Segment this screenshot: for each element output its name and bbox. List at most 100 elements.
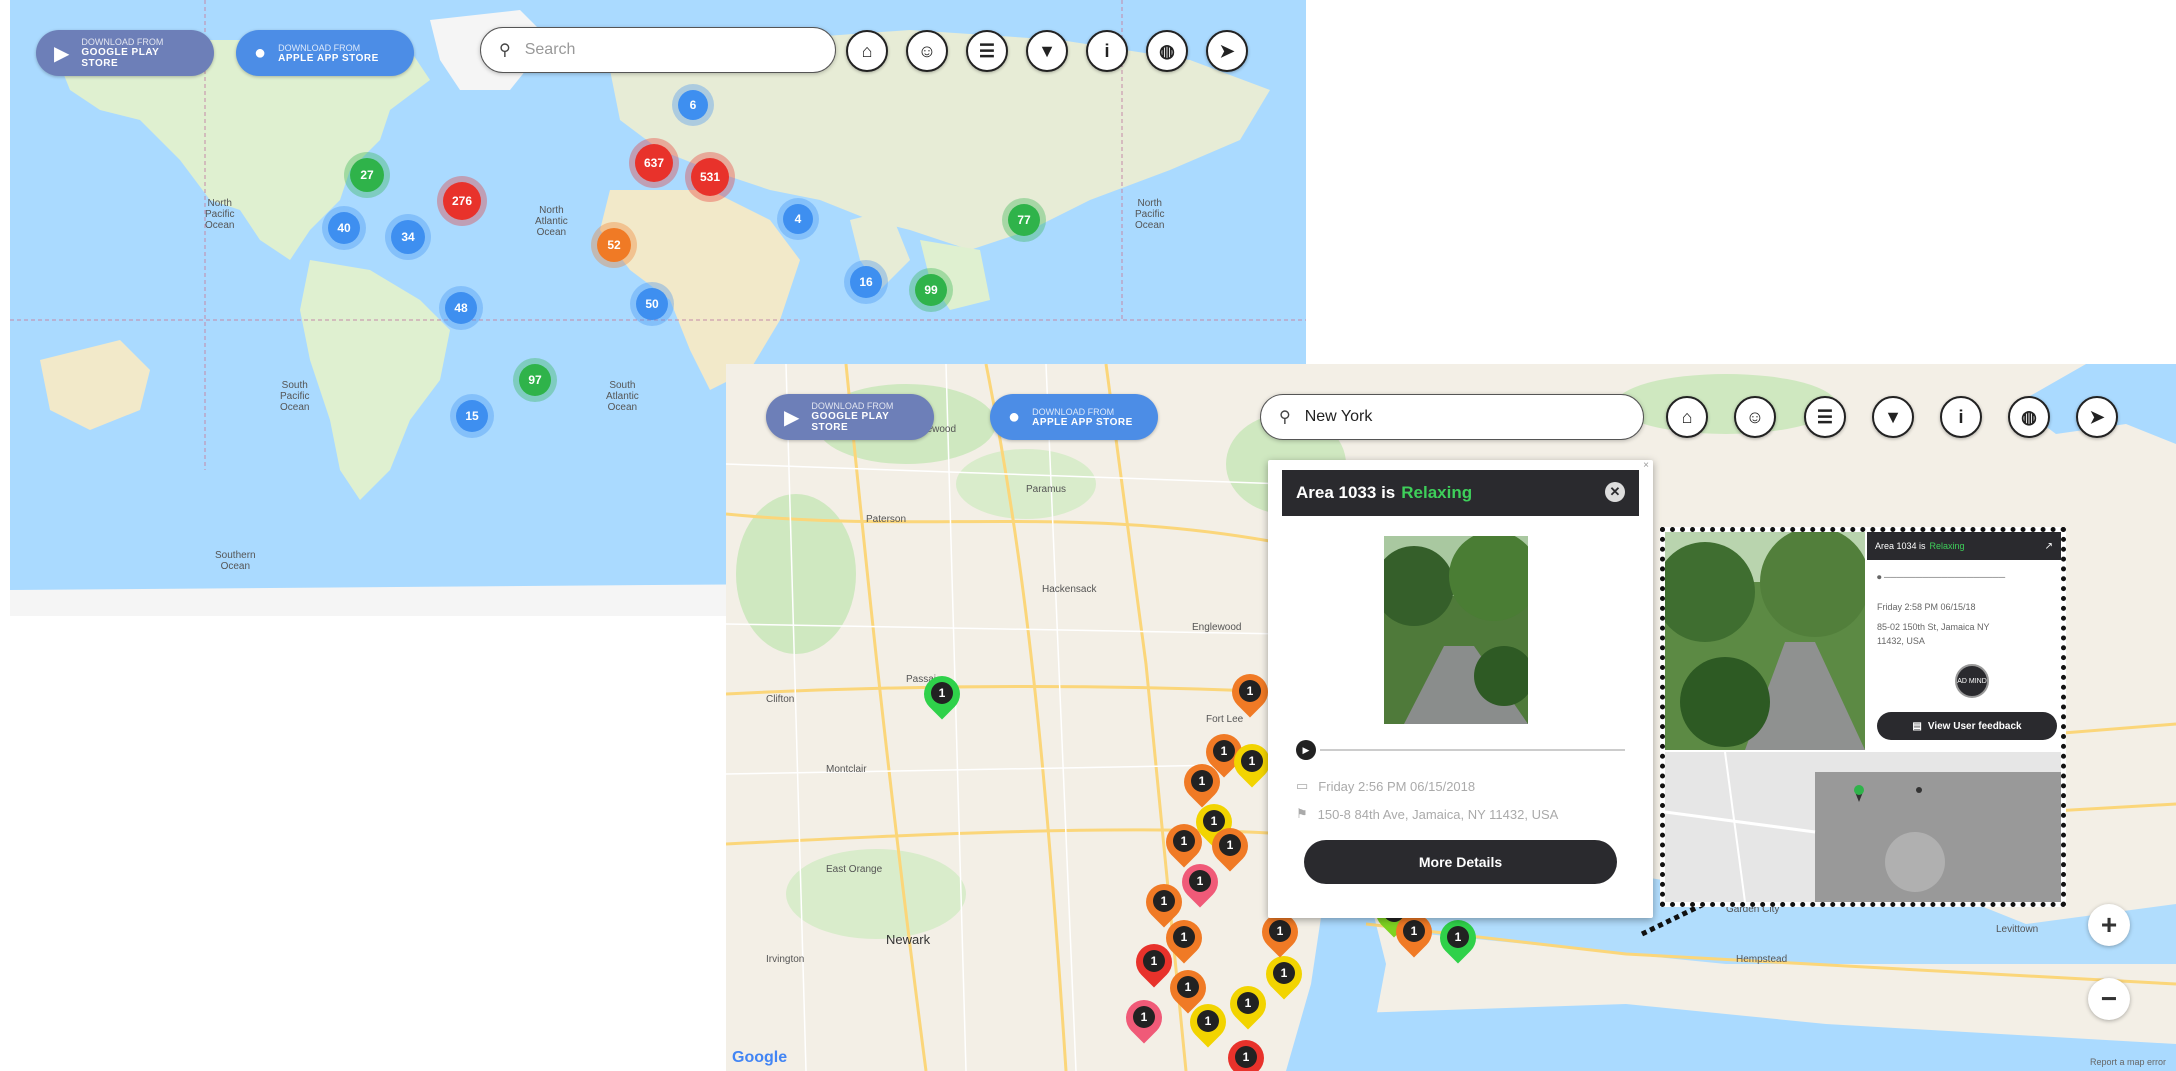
cluster-marker[interactable]: 40 <box>328 212 360 244</box>
search-input[interactable] <box>1302 407 1625 427</box>
donate-button[interactable]: ⌂ <box>846 30 888 72</box>
pin-count: 1 <box>1133 1006 1155 1028</box>
donate-icon: ⌂ <box>1681 406 1693 427</box>
cluster-marker[interactable]: 50 <box>636 288 668 320</box>
play-icon[interactable]: ▶ <box>1296 740 1316 760</box>
cluster-marker[interactable]: 637 <box>635 144 673 182</box>
plus-icon: + <box>2100 909 2118 940</box>
cluster-marker[interactable]: 15 <box>456 400 488 432</box>
app-store-button[interactable]: ● DOWNLOAD FROM APPLE APP STORE <box>236 30 414 76</box>
list-button[interactable]: ☰ <box>1804 396 1846 438</box>
place-label: Montclair <box>826 764 867 775</box>
map-pin[interactable]: 1 <box>1118 992 1170 1048</box>
pin-count: 1 <box>1241 750 1263 772</box>
pin-count: 1 <box>1403 920 1425 942</box>
ocean-label-south-atlantic: South Atlantic Ocean <box>606 380 639 413</box>
store-small-label: DOWNLOAD FROM <box>278 42 361 53</box>
list-icon: ☰ <box>978 40 996 61</box>
cluster-marker[interactable]: 276 <box>443 182 481 220</box>
popup-dismiss-icon[interactable]: × <box>1643 460 1649 471</box>
feedback-button[interactable]: ☺ <box>906 30 948 72</box>
pin-count: 1 <box>1235 1046 1257 1068</box>
zoom-out-button[interactable]: − <box>2088 978 2130 1020</box>
inset-map <box>1665 752 2061 902</box>
cluster-marker[interactable]: 52 <box>597 228 631 262</box>
cluster-marker[interactable]: 48 <box>445 292 477 324</box>
cluster-marker[interactable]: 531 <box>691 158 729 196</box>
filter-icon: ▼ <box>1038 40 1056 61</box>
pin-count: 1 <box>1153 890 1175 912</box>
app-store-button[interactable]: ● DOWNLOAD FROM APPLE APP STORE <box>990 394 1158 440</box>
globe-icon: ◍ <box>1159 40 1175 61</box>
list-icon: ☰ <box>1816 406 1834 427</box>
language-button[interactable]: ◍ <box>1146 30 1188 72</box>
map-pin[interactable]: 1 <box>1182 996 1234 1052</box>
close-icon[interactable]: ✕ <box>1605 482 1625 502</box>
google-logo: Google <box>732 1049 788 1066</box>
map-pin[interactable]: 1 <box>1432 912 1484 968</box>
search-bar[interactable]: ⚲ <box>1260 394 1644 440</box>
google-play-button[interactable]: ▶ DOWNLOAD FROM GOOGLE PLAY STORE <box>766 394 934 440</box>
search-input[interactable] <box>522 40 817 60</box>
pin-count: 1 <box>1197 1010 1219 1032</box>
map-pin[interactable]: 1 <box>916 668 968 724</box>
inset-player[interactable]: ⏺ ─────────────────── <box>1877 572 2005 583</box>
pin-count: 1 <box>931 682 953 704</box>
map-footer[interactable]: Report a map error <box>2090 1057 2166 1067</box>
map-pin[interactable]: 1 <box>1224 666 1276 722</box>
feedback-label: View User feedback <box>1927 720 2022 732</box>
filter-button[interactable]: ▼ <box>1026 30 1068 72</box>
share-icon[interactable]: ↗ <box>2045 541 2053 552</box>
cluster-marker[interactable]: 6 <box>678 90 708 120</box>
store-big-label: GOOGLE PLAY STORE <box>811 411 890 433</box>
language-button[interactable]: ◍ <box>2008 396 2050 438</box>
feedback-button[interactable]: ☺ <box>1734 396 1776 438</box>
pin-count: 1 <box>1191 770 1213 792</box>
popup-title: Area 1033 is <box>1296 483 1396 502</box>
zoom-in-button[interactable]: + <box>2088 904 2130 946</box>
filter-button[interactable]: ▼ <box>1872 396 1914 438</box>
audio-track[interactable] <box>1320 749 1625 751</box>
map-pin[interactable]: 1 <box>1222 978 1274 1034</box>
inset-status: Relaxing <box>1929 541 1965 551</box>
cluster-marker[interactable]: 27 <box>350 158 384 192</box>
inset-header: Area 1034 is Relaxing ↗ <box>1867 532 2061 560</box>
locate-button[interactable]: ➤ <box>1206 30 1248 72</box>
pin-count: 1 <box>1237 992 1259 1014</box>
map-pin[interactable]: 1 <box>1128 936 1180 992</box>
info-button[interactable]: i <box>1940 396 1982 438</box>
cluster-marker[interactable]: 34 <box>391 220 425 254</box>
google-play-button[interactable]: ▶ DOWNLOAD FROM GOOGLE PLAY STORE <box>36 30 214 76</box>
pin-count: 1 <box>1273 962 1295 984</box>
info-button[interactable]: i <box>1086 30 1128 72</box>
pin-count: 1 <box>1219 834 1241 856</box>
apple-icon: ● <box>1008 405 1021 428</box>
minus-icon: − <box>2100 983 2118 1014</box>
map-pin[interactable]: 1 <box>1388 906 1440 962</box>
pin-count: 1 <box>1177 976 1199 998</box>
donate-button[interactable]: ⌂ <box>1666 396 1708 438</box>
search-bar[interactable]: ⚲ <box>480 27 836 73</box>
locate-button[interactable]: ➤ <box>2076 396 2118 438</box>
map-pin[interactable]: 1 <box>1220 1032 1272 1071</box>
cluster-marker[interactable]: 99 <box>915 274 947 306</box>
pin-count: 1 <box>1213 740 1235 762</box>
list-button[interactable]: ☰ <box>966 30 1008 72</box>
map-pin[interactable]: 1 <box>1174 856 1226 912</box>
more-details-button[interactable]: More Details <box>1304 840 1617 884</box>
cluster-marker[interactable]: 77 <box>1008 204 1040 236</box>
cluster-marker[interactable]: 16 <box>850 266 882 298</box>
place-label: Levittown <box>1996 924 2039 935</box>
map-pin[interactable]: 1 <box>1258 948 1310 1004</box>
pin-count: 1 <box>1173 830 1195 852</box>
view-user-feedback-button[interactable]: ▤ View User feedback <box>1877 712 2057 740</box>
pin-count: 1 <box>1447 926 1469 948</box>
location-arrow-icon: ➤ <box>1219 40 1235 61</box>
cluster-marker[interactable]: 4 <box>783 204 813 234</box>
popup-date-row: ▭ Friday 2:56 PM 06/15/2018 <box>1296 778 1475 794</box>
audio-player[interactable]: ▶ <box>1296 740 1625 760</box>
cluster-marker[interactable]: 97 <box>519 364 551 396</box>
map-pin[interactable]: 1 <box>1226 736 1278 792</box>
pin-count: 1 <box>1269 920 1291 942</box>
map-pin[interactable]: 1 <box>1254 906 1306 962</box>
